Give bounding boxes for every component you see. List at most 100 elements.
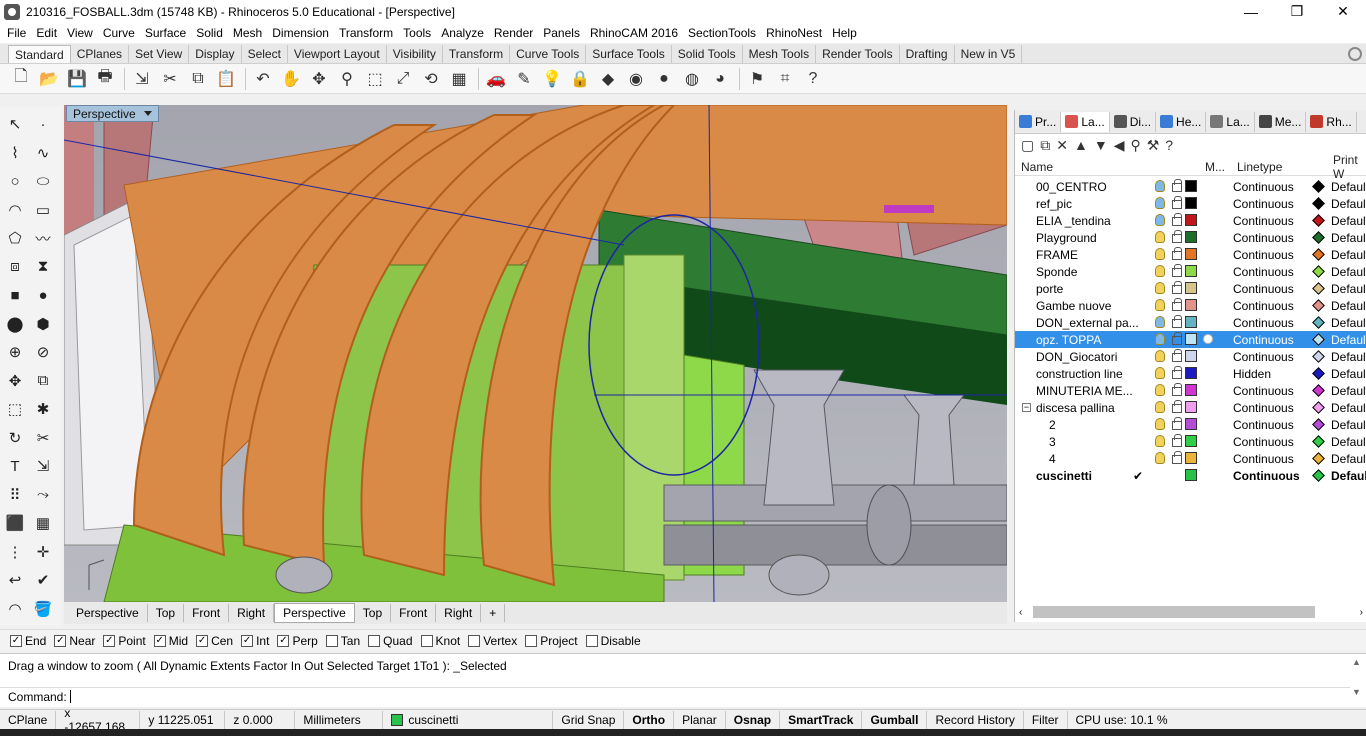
layer-color-swatch[interactable] (1185, 316, 1197, 328)
tab-new-in-v5[interactable]: New in V5 (955, 45, 1023, 63)
panel-tab-1[interactable]: La... (1061, 111, 1110, 132)
viewport-tab-right[interactable]: Right (436, 604, 482, 622)
gear-icon[interactable] (1348, 47, 1362, 61)
undo-icon[interactable]: ↶ (250, 67, 276, 91)
layer-linetype[interactable]: Continuous (1233, 180, 1294, 194)
sphere-icon[interactable]: ● (651, 67, 677, 91)
print-color-icon[interactable] (1312, 401, 1325, 414)
print-width[interactable]: Default (1331, 367, 1366, 381)
print-width[interactable]: Default (1331, 214, 1366, 228)
print-color-icon[interactable] (1312, 452, 1325, 465)
osnap-checkbox[interactable] (420, 634, 433, 647)
viewport-tab-front[interactable]: Front (391, 604, 437, 622)
osnap-int[interactable]: ✓ Int (241, 634, 269, 648)
layer-row[interactable]: 4 Continuous Default (1015, 450, 1366, 467)
circle-icon[interactable]: ○ (2, 169, 28, 193)
lightbulb-icon[interactable] (1155, 231, 1165, 243)
layer-row[interactable]: 3 Continuous Default (1015, 433, 1366, 450)
viewport-tab-right[interactable]: Right (229, 604, 275, 622)
command-line[interactable]: Command: (0, 687, 1350, 705)
osnap-checkbox[interactable]: ✓ (10, 634, 22, 647)
tab-cplanes[interactable]: CPlanes (71, 45, 130, 63)
material-column-header[interactable]: M... (1205, 160, 1225, 174)
osnap-disable[interactable]: Disable (585, 634, 641, 648)
layer-linetype[interactable]: Continuous (1233, 316, 1294, 330)
unlock-icon[interactable] (1172, 179, 1182, 192)
unlock-icon[interactable] (1172, 315, 1182, 328)
tab-viewport-layout[interactable]: Viewport Layout (288, 45, 387, 63)
lightbulb-icon[interactable] (1155, 282, 1165, 294)
unlock-icon[interactable] (1172, 281, 1182, 294)
copy-icon[interactable]: ⧉ (185, 67, 211, 91)
osnap-mid[interactable]: ✓ Mid (153, 634, 188, 648)
osnap-end[interactable]: ✓ End (10, 634, 46, 648)
layer-color-swatch[interactable] (1185, 231, 1197, 243)
lightbulb-icon[interactable] (1155, 418, 1165, 430)
layer-row[interactable]: MINUTERIA ME... Continuous Default (1015, 382, 1366, 399)
layer-row[interactable]: Gambe nuove Continuous Default (1015, 297, 1366, 314)
print-column-header[interactable]: Print W (1333, 153, 1366, 181)
layer-color-swatch[interactable] (1185, 452, 1197, 464)
osnap-checkbox[interactable] (468, 634, 481, 647)
unlock-icon[interactable] (1172, 400, 1182, 413)
osnap-perp[interactable]: ✓ Perp (277, 634, 318, 648)
layer-color-swatch[interactable] (1185, 435, 1197, 447)
menu-help[interactable]: Help (827, 26, 862, 40)
osnap-checkbox[interactable] (368, 634, 381, 647)
print-color-icon[interactable] (1312, 197, 1325, 210)
rebuild-icon[interactable]: ↩ (2, 568, 28, 592)
add-viewport-button[interactable]: + (481, 604, 506, 622)
material-icon[interactable] (1203, 334, 1213, 344)
osnap-near[interactable]: ✓ Near (54, 634, 95, 648)
print-color-icon[interactable] (1312, 214, 1325, 227)
osnap-vertex[interactable]: Vertex (468, 634, 517, 648)
horizontal-scrollbar[interactable]: ‹ › (1015, 604, 1366, 620)
lightbulb-icon[interactable] (1155, 265, 1165, 277)
move-down-icon[interactable]: ▼ (1094, 137, 1108, 153)
layer-linetype[interactable]: Continuous (1233, 248, 1294, 262)
trim-icon[interactable]: ✂ (30, 426, 56, 450)
menu-surface[interactable]: Surface (140, 26, 191, 40)
layer-linetype[interactable]: Continuous (1233, 435, 1294, 449)
print-color-icon[interactable] (1312, 469, 1325, 482)
layer-linetype[interactable]: Continuous (1233, 452, 1294, 466)
menu-edit[interactable]: Edit (31, 26, 62, 40)
unlock-icon[interactable] (1172, 213, 1182, 226)
freeform-icon[interactable]: 〰 (30, 226, 56, 250)
osnap-checkbox[interactable] (585, 634, 598, 647)
osnap-checkbox[interactable]: ✓ (277, 634, 290, 647)
menu-sectiontools[interactable]: SectionTools (683, 26, 761, 40)
lightbulb-icon[interactable] (1155, 180, 1165, 192)
rotate-icon[interactable]: ✥ (306, 67, 332, 91)
print-width[interactable]: Default (1331, 265, 1366, 279)
unlock-icon[interactable] (1172, 298, 1182, 311)
menu-transform[interactable]: Transform (334, 26, 398, 40)
osnap-checkbox[interactable]: ✓ (103, 634, 116, 647)
scroll-right-icon[interactable]: › (1360, 607, 1363, 618)
layer-linetype[interactable]: Continuous (1233, 282, 1294, 296)
move-up-icon[interactable]: ▲ (1074, 137, 1088, 153)
layer-linetype[interactable]: Continuous (1233, 401, 1294, 415)
tab-display[interactable]: Display (189, 45, 242, 63)
color-wheel-icon[interactable]: ◉ (623, 67, 649, 91)
gumball-icon[interactable]: ✛ (30, 540, 56, 564)
panel-tab-0[interactable]: Pr... (1015, 111, 1062, 132)
osnap-checkbox[interactable]: ✓ (196, 634, 209, 647)
print-color-icon[interactable] (1312, 384, 1325, 397)
layer-row[interactable]: DON_Giocatori Continuous Default (1015, 348, 1366, 365)
polygon-icon[interactable]: ⬠ (2, 226, 28, 250)
print-width[interactable]: Default (1331, 316, 1366, 330)
print-color-icon[interactable] (1312, 367, 1325, 380)
collapse-icon[interactable]: − (1022, 403, 1031, 412)
menu-file[interactable]: File (2, 26, 31, 40)
layer-color-swatch[interactable] (1185, 197, 1197, 209)
menu-curve[interactable]: Curve (98, 26, 140, 40)
filter-icon[interactable]: ⚲ (1130, 137, 1140, 154)
help-icon[interactable]: ? (1165, 137, 1173, 153)
menu-view[interactable]: View (62, 26, 98, 40)
menu-mesh[interactable]: Mesh (228, 26, 267, 40)
boolean-icon[interactable]: ⊕ (2, 340, 28, 364)
osnap-checkbox[interactable]: ✓ (153, 634, 166, 647)
lightbulb-icon[interactable] (1155, 197, 1165, 209)
print-color-icon[interactable] (1312, 418, 1325, 431)
